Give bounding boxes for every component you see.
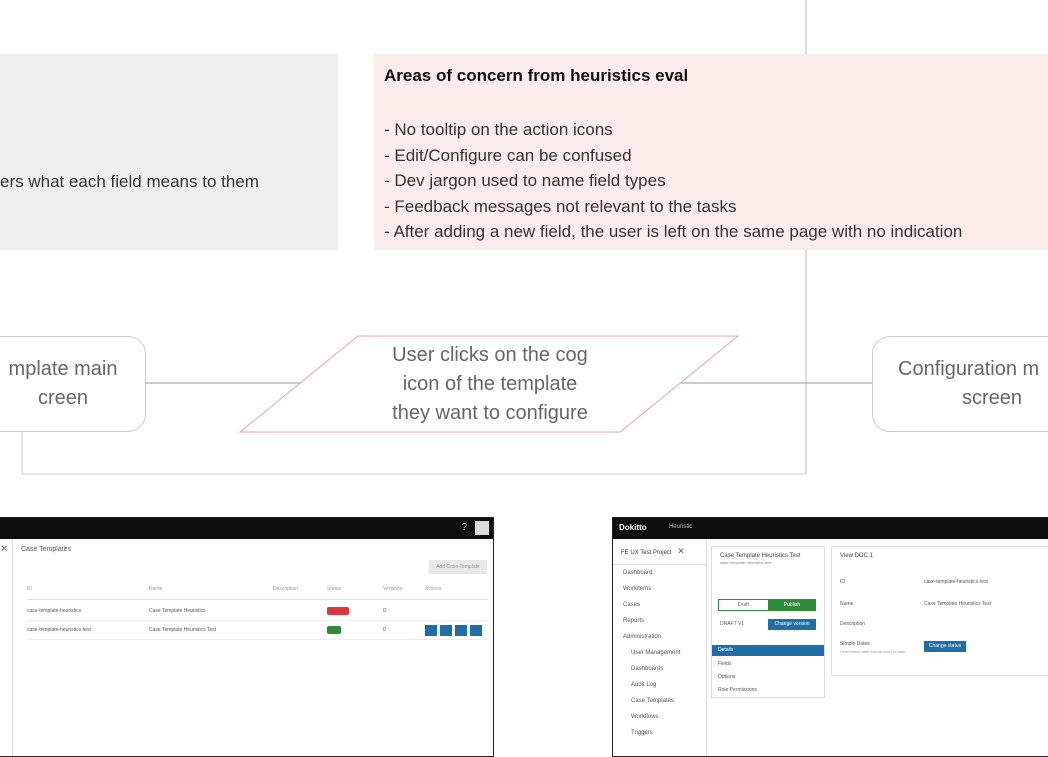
concerns-list: - No tooltip on the action icons - Edit/… — [384, 117, 962, 245]
col-description: Description — [273, 586, 299, 592]
field-value: case-template-heuristics-test — [924, 579, 988, 585]
page-title: Case Templates — [21, 546, 72, 553]
concerns-title: Areas of concern from heuristics eval — [384, 66, 689, 85]
sidebar-item-workflows[interactable]: Workflows — [613, 709, 706, 725]
sidebar-item-administration[interactable]: Administration — [613, 629, 706, 645]
close-icon[interactable]: ✕ — [0, 544, 8, 555]
concerns-sticky-note: Areas of concern from heuristics eval - … — [374, 54, 1048, 250]
decision-line: they want to configure — [392, 402, 588, 424]
tab-permissions[interactable]: Role Permissions — [718, 687, 757, 693]
row-version: 0 — [383, 608, 386, 614]
left-node-line: mplate main — [8, 358, 118, 380]
col-name: Name — [149, 586, 163, 592]
panel-title: View DOC 1 — [840, 553, 873, 559]
row-id: case-template-heuristics-test — [27, 627, 91, 633]
toggle-draft[interactable]: Draft — [719, 600, 768, 611]
avatar — [475, 521, 489, 535]
left-node-line: creen — [37, 387, 89, 409]
brand-logo: Dokitto — [619, 523, 647, 532]
right-node-line: screen — [962, 387, 1023, 409]
right-node-label: Configuration m screen — [892, 355, 1048, 413]
sidebar-item-reports[interactable]: Reports — [613, 613, 706, 629]
status-toggle[interactable]: Draft Publish — [718, 599, 816, 611]
col-versions: Versions — [383, 586, 403, 592]
project-selector[interactable]: FE UX Test Project ✕ — [613, 539, 706, 565]
gray-sticky-note: ers what each field means to them — [0, 54, 338, 250]
version-label: DRAFT V1 — [720, 621, 745, 627]
tab-details[interactable]: Details — [712, 645, 824, 656]
status-badge-green — [327, 626, 341, 634]
col-id: ID — [27, 586, 32, 592]
tab-options[interactable]: Options — [718, 674, 735, 680]
help-icon: ? — [461, 522, 467, 533]
col-status: Status — [327, 586, 342, 592]
sidebar: FE UX Test Project ✕ Dashboard Workitems… — [613, 539, 707, 756]
row-name: Case Template Heuristics — [149, 608, 206, 614]
sidebar-item-cases[interactable]: Cases — [613, 597, 706, 613]
sidebar-item-dashboards[interactable]: Dashboards — [613, 661, 706, 677]
sidebar-item-templates[interactable]: Case Templates — [613, 693, 706, 709]
sidebar-item-users[interactable]: User Management — [613, 645, 706, 661]
project-name: FE UX Test Project — [621, 550, 672, 556]
gray-note-text: ers what each field means to them — [0, 172, 259, 191]
right-node-line: Configuration m — [898, 358, 1040, 380]
table-header: ID Name Description Status Versions Acti… — [27, 586, 487, 600]
sidebar: ✕ — [0, 539, 13, 756]
concern-item: - After adding a new field, the user is … — [384, 222, 963, 241]
field-note: Determines date format used in case — [840, 649, 906, 654]
field-label: Description — [840, 621, 866, 627]
sidebar-item-audit[interactable]: Audit Log — [613, 677, 706, 693]
case-templates-screenshot: ? ✕ Case Templates Add Case Template ID … — [0, 517, 494, 757]
concern-item: - No tooltip on the action icons — [384, 120, 613, 139]
sidebar-item-triggers[interactable]: Triggers — [613, 725, 706, 741]
table-row[interactable]: case-template-heuristics-test Case Templ… — [27, 622, 487, 640]
field-label: Name — [840, 601, 854, 607]
concern-item: - Edit/Configure can be confused — [384, 145, 632, 165]
breadcrumb: Heuristic — [669, 524, 693, 530]
cog-icon[interactable] — [455, 625, 467, 636]
card-subtitle: case-template-heuristics-test — [720, 560, 772, 565]
status-badge-red — [327, 607, 349, 615]
row-version: 0 — [383, 627, 386, 633]
top-bar: Dokitto Heuristic — [613, 518, 1048, 539]
col-actions: Actions — [425, 586, 442, 592]
row-id: case-template-heuristics — [27, 608, 82, 614]
configuration-screenshot: Dokitto Heuristic FE UX Test Project ✕ D… — [612, 517, 1048, 757]
field-value: Case Template Heuristics Test — [924, 601, 992, 607]
close-icon[interactable]: ✕ — [677, 546, 685, 556]
toggle-publish[interactable]: Publish — [768, 600, 816, 611]
delete-icon[interactable] — [470, 625, 482, 636]
details-panel: View DOC 1 ID case-template-heuristics-t… — [831, 546, 1048, 676]
field-label: Simple Dates — [840, 641, 870, 647]
concern-item: - Dev jargon used to name field types — [384, 171, 666, 190]
decision-line: icon of the template — [402, 373, 578, 395]
top-bar: ? — [0, 518, 493, 539]
change-status-button[interactable]: Change status — [924, 641, 966, 652]
concern-item: - Feedback messages not relevant to the … — [384, 196, 737, 216]
row-name: Case Template Heuristics Test — [149, 627, 217, 633]
field-label: ID — [840, 579, 845, 585]
change-version-button[interactable]: Change version — [768, 619, 816, 630]
tab-fields[interactable]: Fields — [718, 661, 731, 667]
card-title: Case Template Heuristics Test — [720, 553, 801, 559]
view-icon[interactable] — [425, 625, 437, 636]
edit-icon[interactable] — [440, 625, 452, 636]
left-node-label: mplate main creen — [0, 355, 148, 413]
table-row[interactable]: case-template-heuristics Case Template H… — [27, 603, 487, 621]
add-template-button[interactable]: Add Case Template — [429, 560, 487, 574]
template-card: Case Template Heuristics Test case-templ… — [711, 546, 825, 698]
sidebar-item-workitems[interactable]: Workitems — [613, 581, 706, 597]
sidebar-item-dashboard[interactable]: Dashboard — [613, 565, 706, 581]
decision-line: User clicks on the cog — [392, 344, 588, 366]
decision-label: User clicks on the cog icon of the templ… — [340, 341, 640, 428]
